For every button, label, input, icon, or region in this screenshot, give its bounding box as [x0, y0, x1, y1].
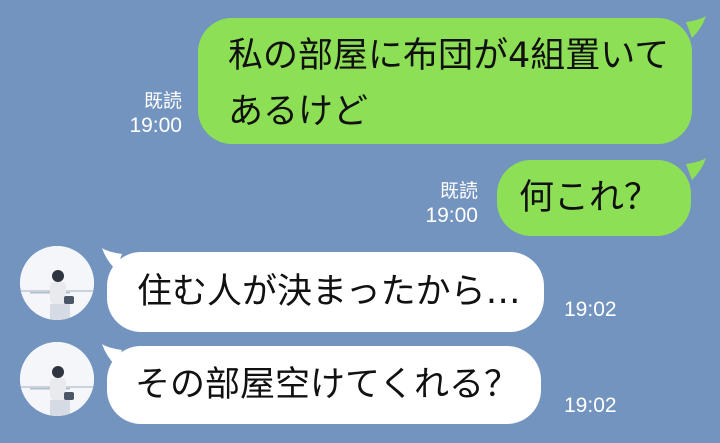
message-time: 19:00	[425, 204, 478, 227]
message-line: あるけど	[228, 92, 369, 132]
avatar[interactable]	[20, 246, 94, 320]
read-receipt: 既読	[143, 91, 182, 112]
chat-area: 既読 19:00 私の部屋に布団が4組置いて あるけど 既読 19:00 何これ…	[0, 0, 720, 443]
avatar-photo-icon	[20, 342, 94, 416]
message-text: 何これ？	[519, 178, 660, 218]
bubble-tail	[686, 16, 706, 38]
message-text: その部屋空けてくれる？	[135, 365, 519, 405]
bubble-tail	[686, 158, 706, 180]
message-meta: 既読 19:00	[112, 90, 182, 138]
message-time: 19:02	[564, 394, 617, 417]
message-bubble[interactable]: 住む人が決まったから…	[107, 252, 544, 332]
avatar[interactable]	[20, 342, 94, 416]
read-receipt: 既読	[439, 181, 478, 202]
message-bubble[interactable]: 私の部屋に布団が4組置いて あるけど	[198, 18, 692, 144]
message-time: 19:00	[129, 114, 182, 137]
message-line: 私の部屋に布団が4組置いて	[228, 36, 670, 76]
message-text: 住む人が決まったから…	[137, 272, 521, 312]
message-meta: 既読 19:00	[408, 180, 478, 228]
message-bubble[interactable]: 何これ？	[497, 160, 691, 236]
avatar-photo-icon	[20, 246, 94, 320]
message-time: 19:02	[564, 298, 617, 321]
message-bubble[interactable]: その部屋空けてくれる？	[107, 346, 541, 424]
